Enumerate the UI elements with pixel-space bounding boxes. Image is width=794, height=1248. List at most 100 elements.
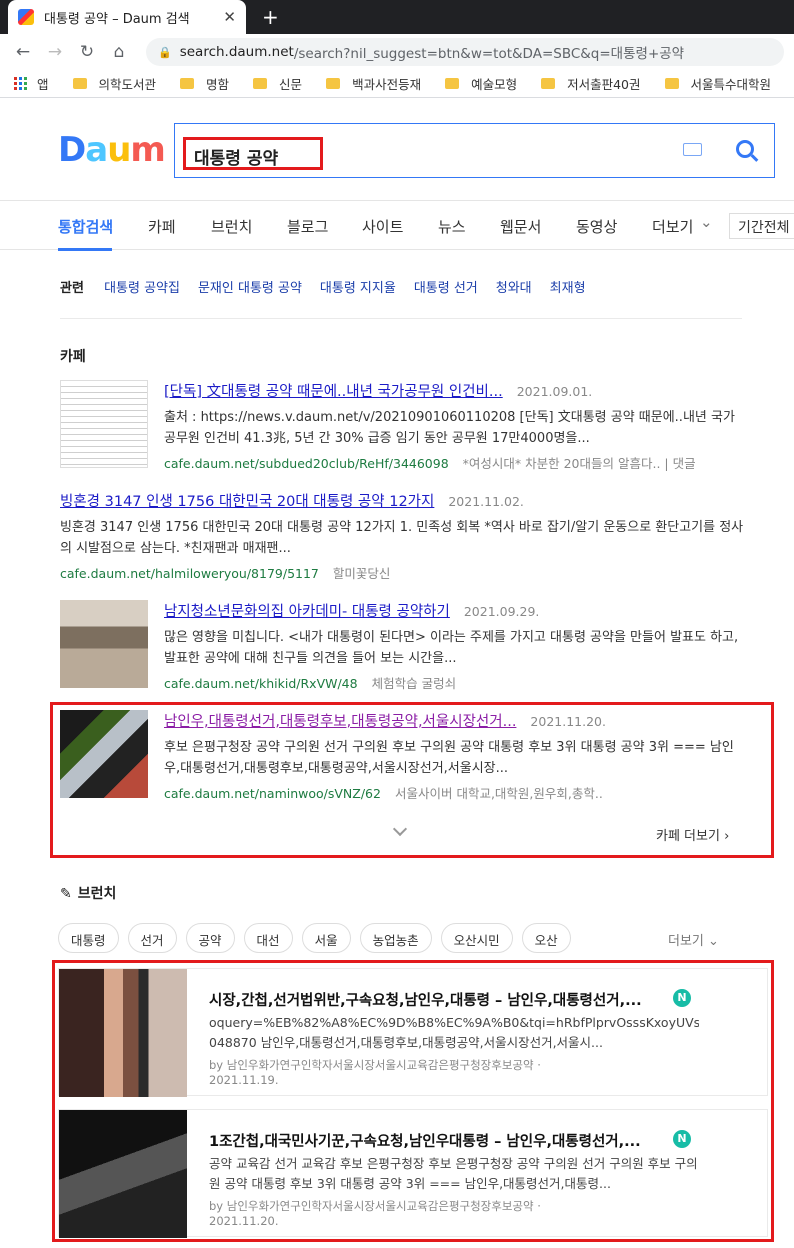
search-box[interactable]: 대통령 공약 <box>174 123 775 178</box>
divider <box>60 318 742 319</box>
result-url[interactable]: cafe.daum.net/halmiloweryou/8179/5117 <box>60 566 319 581</box>
tag-chip[interactable]: 오산시민 <box>440 923 513 953</box>
tag-chip[interactable]: 대선 <box>243 923 293 953</box>
tab-2[interactable]: 브런치 <box>211 216 252 237</box>
card-desc: oquery=%EB%82%A8%EC%9D%B8%EC%9A%B0&tqi=h… <box>209 1015 699 1050</box>
tab-4[interactable]: 사이트 <box>362 216 403 237</box>
result-url[interactable]: cafe.daum.net/naminwoo/sVNZ/62 <box>164 786 381 801</box>
card-author[interactable]: by 남인우화가연구인학자서울시장서울시교육감은평구청장후보공약 · <box>209 1198 541 1214</box>
cafe-section-title: 카페 <box>60 349 86 365</box>
brunch-tags: 대통령 선거 공약 대선 서울 농업농촌 오산시민 오산 <box>58 923 580 953</box>
search-icon[interactable] <box>736 140 754 158</box>
tag-chip[interactable]: 공약 <box>185 923 235 953</box>
bookmark-item[interactable]: 신문 <box>253 74 302 93</box>
folder-icon <box>180 78 195 89</box>
tab-title: 대통령 공약 – Daum 검색 <box>44 11 190 27</box>
result-date: 2021.11.20. <box>530 714 606 729</box>
result-date: 2021.09.01. <box>516 384 593 399</box>
related-search-link[interactable]: 청와대 <box>496 281 532 296</box>
tab-8[interactable]: 더보기 <box>652 216 693 237</box>
forward-icon[interactable]: → <box>42 39 68 65</box>
browser-tabbar: 대통령 공약 – Daum 검색 ✕ + <box>0 0 794 34</box>
result-meta[interactable]: 서울사이버 대학교,대학원,원우회,총학.. <box>395 786 603 801</box>
back-icon[interactable]: ← <box>10 39 36 65</box>
result-url[interactable]: cafe.daum.net/khikid/RxVW/48 <box>164 676 358 691</box>
bookmark-item[interactable]: 저서출판40권 <box>541 74 641 93</box>
tag-chip[interactable]: 농업농촌 <box>359 923 432 953</box>
bookmark-apps[interactable]: 앱 <box>14 74 49 93</box>
brunch-section-title: ✎ 브런치 <box>60 886 117 902</box>
tag-chip[interactable]: 서울 <box>301 923 351 953</box>
card-title[interactable]: 1조간첩,대국민사기꾼,구속요청,남인우대통령 – 남인우,대통령선거,... <box>209 1130 669 1151</box>
folder-icon <box>72 78 87 89</box>
result-title[interactable]: [단독] 文대통령 공약 때문에..내년 국가공무원 인건비... <box>164 384 503 400</box>
tab-7[interactable]: 동영상 <box>576 216 617 237</box>
cafe-result: [단독] 文대통령 공약 때문에..내년 국가공무원 인건비... 2021.09… <box>164 380 744 472</box>
related-searches: 관련 대통령 공약집 문재인 대통령 공약 대통령 지지율 대통령 선거 청와대 최재형 <box>60 277 604 296</box>
result-title[interactable]: 남인우,대통령선거,대통령후보,대통령공약,서울시장선거... <box>164 714 516 730</box>
tag-chip[interactable]: 선거 <box>127 923 177 953</box>
reload-icon[interactable]: ↻ <box>74 39 100 65</box>
related-search-link[interactable]: 최재형 <box>550 281 586 296</box>
cafe-result: 빙혼경 3147 인생 1756 대한민국 20대 대통령 공약 12가지 202… <box>60 490 750 582</box>
card-title[interactable]: 시장,간첩,선거법위반,구속요청,남인우,대통령 – 남인우,대통령선거,... <box>209 989 669 1010</box>
address-bar: ← → ↻ ⌂ 🔒 search.daum.net /search?nil_su… <box>0 34 794 70</box>
browser-tab[interactable]: 대통령 공약 – Daum 검색 ✕ <box>8 0 246 34</box>
result-meta[interactable]: 체험학습 굴렁쇠 <box>372 676 456 691</box>
folder-icon <box>253 78 268 89</box>
bookmark-item[interactable]: 예술모형 <box>445 74 517 93</box>
folder-icon <box>541 78 556 89</box>
chevron-down-icon[interactable]: ⌄ <box>700 213 713 231</box>
tab-0[interactable]: 통합검색 <box>58 216 113 237</box>
daum-logo[interactable]: Daum <box>58 130 166 170</box>
active-tab-underline <box>58 248 112 251</box>
keyboard-icon[interactable] <box>683 143 702 156</box>
card-thumbnail[interactable] <box>59 969 187 1097</box>
home-icon[interactable]: ⌂ <box>106 39 132 65</box>
tag-chip[interactable]: 오산 <box>521 923 571 953</box>
search-input[interactable]: 대통령 공약 <box>183 137 323 170</box>
brunch-card[interactable]: 1조간첩,대국민사기꾼,구속요청,남인우대통령 – 남인우,대통령선거,... … <box>58 1109 768 1238</box>
bookmark-item[interactable]: 백과사전등재 <box>326 74 421 93</box>
result-title[interactable]: 빙혼경 3147 인생 1756 대한민국 20대 대통령 공약 12가지 <box>60 494 434 510</box>
new-badge-icon: N <box>673 989 691 1007</box>
tab-5[interactable]: 뉴스 <box>438 216 466 237</box>
result-title[interactable]: 남지청소년문화의집 아카데미- 대통령 공약하기 <box>164 604 450 620</box>
cafe-result: 남인우,대통령선거,대통령후보,대통령공약,서울시장선거... 2021.11.2… <box>164 710 744 802</box>
brunch-more-button[interactable]: 더보기 ⌄ <box>668 930 719 949</box>
cafe-result: 남지청소년문화의집 아카데미- 대통령 공약하기 2021.09.29. 많은 영… <box>164 600 744 692</box>
url-host: search.daum.net <box>179 44 294 60</box>
bookmark-item[interactable]: 서울특수대학원 <box>664 74 771 93</box>
result-thumbnail[interactable] <box>60 380 148 468</box>
related-search-link[interactable]: 대통령 지지율 <box>320 281 396 296</box>
card-author[interactable]: by 남인우화가연구인학자서울시장서울시교육감은평구청장후보공약 · <box>209 1057 541 1073</box>
tag-chip[interactable]: 대통령 <box>58 923 119 953</box>
result-thumbnail[interactable] <box>60 710 148 798</box>
bookmarks-bar: 앱의학도서관명함신문백과사전등재예술모형저서출판40권서울특수대학원예술작 <box>0 70 794 98</box>
cafe-more-link[interactable]: 카페 더보기 › <box>656 825 729 844</box>
tab-6[interactable]: 웹문서 <box>500 216 541 237</box>
result-desc: 빙혼경 3147 인생 1756 대한민국 20대 대통령 공약 12가지 1.… <box>60 520 744 556</box>
url-field[interactable]: 🔒 search.daum.net /search?nil_suggest=bt… <box>146 38 784 66</box>
result-date: 2021.09.29. <box>463 604 540 619</box>
lock-icon: 🔒 <box>158 45 172 59</box>
period-select[interactable]: 기간전체 <box>729 213 794 239</box>
daum-header: Daum 대통령 공약 <box>0 98 794 200</box>
related-search-link[interactable]: 문재인 대통령 공약 <box>198 281 302 296</box>
related-search-link[interactable]: 대통령 선거 <box>414 281 478 296</box>
brunch-pen-icon: ✎ <box>60 886 72 902</box>
result-url[interactable]: cafe.daum.net/subdued20club/ReHf/3446098 <box>164 456 449 471</box>
close-icon[interactable]: ✕ <box>223 8 236 26</box>
url-path: /search?nil_suggest=btn&w=tot&DA=SBC&q=대… <box>293 46 685 62</box>
tab-1[interactable]: 카페 <box>148 216 176 237</box>
result-thumbnail[interactable] <box>60 600 148 688</box>
result-meta[interactable]: 할미꽃당신 <box>333 566 391 581</box>
bookmark-item[interactable]: 명함 <box>180 74 229 93</box>
bookmark-item[interactable]: 의학도서관 <box>72 74 156 93</box>
result-meta[interactable]: *여성시대* 차분한 20대들의 알흠다.. | 댓글 <box>463 456 696 471</box>
related-search-link[interactable]: 대통령 공약집 <box>104 281 180 296</box>
card-thumbnail[interactable] <box>59 1110 187 1238</box>
brunch-card[interactable]: 시장,간첩,선거법위반,구속요청,남인우,대통령 – 남인우,대통령선거,...… <box>58 968 768 1097</box>
tab-3[interactable]: 블로그 <box>287 216 328 237</box>
new-tab-icon[interactable]: + <box>262 5 279 29</box>
